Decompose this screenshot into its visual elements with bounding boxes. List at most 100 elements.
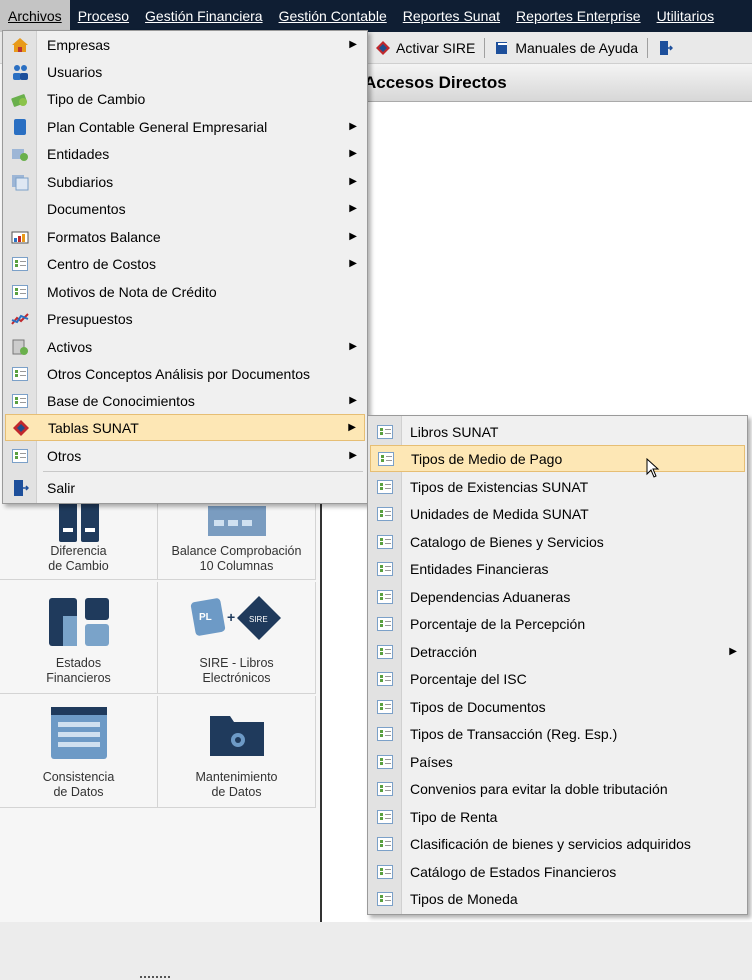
submenu-item-catalogo-estados[interactable]: Catálogo de Estados Financieros (370, 858, 745, 885)
menu-item-otros[interactable]: Otros ▶ (5, 442, 365, 469)
submenu-item-tipos-documentos[interactable]: Tipos de Documentos (370, 693, 745, 720)
chart-icon (11, 231, 29, 243)
menu-item-label: Entidades Financieras (410, 560, 549, 577)
menu-item-label: Documentos (47, 200, 126, 217)
toolbar-separator (647, 37, 649, 58)
menu-item-centro-costos[interactable]: Centro de Costos ▶ (5, 250, 365, 277)
menu-item-tipo-cambio[interactable]: Tipo de Cambio (5, 85, 365, 112)
submenu-item-porcentaje-isc[interactable]: Porcentaje del ISC (370, 665, 745, 692)
menu-item-label: Subdiarios (47, 173, 114, 190)
line-chart-icon (11, 312, 29, 325)
tile-estados-financieros[interactable]: Estados Financieros (0, 582, 158, 694)
menu-item-subdiarios[interactable]: Subdiarios ▶ (5, 168, 365, 195)
menu-item-plan-contable[interactable]: Plan Contable General Empresarial ▶ (5, 113, 365, 140)
tile-line1: SIRE - Libros (199, 656, 274, 670)
menu-reportes-enterprise[interactable]: Reportes Enterprise (508, 0, 649, 32)
list-icon (377, 506, 393, 521)
menu-reportes-sunat[interactable]: Reportes Sunat (395, 0, 508, 32)
list-icon (377, 534, 393, 549)
menu-item-label: Otros (47, 447, 82, 464)
list-icon (12, 284, 28, 299)
archivos-dropdown: Empresas ▶ Usuarios Tipo de Cambio Plan … (2, 30, 368, 504)
menu-item-label: Tipos de Moneda (410, 890, 518, 907)
tile-line1: Diferencia (50, 544, 107, 558)
list-icon (377, 754, 393, 769)
menu-item-label: Empresas (47, 36, 111, 53)
submenu-arrow-icon: ▶ (349, 341, 357, 352)
submenu-item-catalogo-bienes[interactable]: Catalogo de Bienes y Servicios (370, 528, 745, 555)
submenu-item-clasificacion-bienes[interactable]: Clasificación de bienes y servicios adqu… (370, 830, 745, 857)
submenu-item-entidades-financieras[interactable]: Entidades Financieras (370, 555, 745, 582)
tile-mantenimiento-datos[interactable]: Mantenimiento de Datos (158, 696, 316, 808)
menu-item-base-conocimientos[interactable]: Base de Conocimientos ▶ (5, 387, 365, 414)
list-icon (12, 393, 28, 408)
submenu-item-convenios[interactable]: Convenios para evitar la doble tributaci… (370, 775, 745, 802)
book-icon (14, 118, 26, 135)
menu-item-activos[interactable]: Activos ▶ (5, 333, 365, 360)
menu-item-label: Catalogo de Bienes y Servicios (410, 533, 604, 550)
submenu-arrow-icon: ▶ (349, 450, 357, 461)
activar-sire-button[interactable]: Activar SIRE (370, 35, 480, 61)
menu-gestion-financiera[interactable]: Gestión Financiera (137, 0, 271, 32)
submenu-item-tipos-transaccion[interactable]: Tipos de Transacción (Reg. Esp.) (370, 720, 745, 747)
manuales-button[interactable]: Manuales de Ayuda (489, 35, 643, 61)
tile-consistencia-datos[interactable]: Consistencia de Datos (0, 696, 158, 808)
menu-item-label: Formatos Balance (47, 228, 161, 245)
columns-icon (48, 598, 109, 646)
sunat-icon (13, 419, 29, 436)
tile-sire-libros[interactable]: PL + SIRE SIRE - Libros Electrónicos (158, 582, 316, 694)
submenu-item-tipos-moneda[interactable]: Tipos de Moneda (370, 885, 745, 912)
list-icon (377, 864, 393, 879)
resize-grip[interactable] (140, 976, 170, 980)
submenu-item-detraccion[interactable]: Detracción ▶ (370, 638, 745, 665)
menu-item-label: Tipos de Documentos (410, 698, 546, 715)
tablas-sunat-submenu: Libros SUNAT Tipos de Medio de Pago Tipo… (367, 415, 748, 915)
submenu-item-unidades-medida[interactable]: Unidades de Medida SUNAT (370, 500, 745, 527)
tile-line2: de Cambio (48, 559, 109, 573)
menu-gestion-contable[interactable]: Gestión Contable (271, 0, 395, 32)
menu-item-label: Tipo de Renta (410, 808, 498, 825)
menu-item-entidades[interactable]: Entidades ▶ (5, 140, 365, 167)
menu-item-motivos-nota-credito[interactable]: Motivos de Nota de Crédito (5, 278, 365, 305)
menu-item-label: Catálogo de Estados Financieros (410, 863, 617, 880)
menu-item-label: Presupuestos (47, 310, 133, 327)
exit-toolbar-button[interactable] (652, 35, 678, 61)
asset-icon (12, 339, 28, 355)
menu-item-usuarios[interactable]: Usuarios (5, 58, 365, 85)
calculator-icon (58, 502, 99, 542)
home-icon (12, 37, 28, 52)
menu-item-label: Entidades (47, 145, 110, 162)
submenu-item-libros-sunat[interactable]: Libros SUNAT (370, 418, 745, 445)
mouse-cursor-icon (646, 458, 660, 478)
menu-item-label: Libros SUNAT (410, 423, 499, 440)
submenu-item-tipos-medio-pago[interactable]: Tipos de Medio de Pago (370, 445, 745, 472)
menu-utilitarios[interactable]: Utilitarios (649, 0, 723, 32)
menu-item-label: Plan Contable General Empresarial (47, 118, 268, 135)
submenu-arrow-icon: ▶ (349, 203, 357, 214)
submenu-arrow-icon: ▶ (349, 121, 357, 132)
menu-item-empresas[interactable]: Empresas ▶ (5, 31, 365, 58)
submenu-item-tipos-existencias[interactable]: Tipos de Existencias SUNAT (370, 473, 745, 500)
submenu-arrow-icon: ▶ (349, 148, 357, 159)
menu-item-label: Otros Conceptos Análisis por Documentos (47, 365, 311, 382)
list-icon (377, 616, 393, 631)
menu-item-label: Clasificación de bienes y servicios adqu… (410, 835, 691, 852)
submenu-arrow-icon: ▶ (349, 258, 357, 269)
tile-line2: de Datos (53, 785, 104, 799)
menu-archivos[interactable]: Archivos (0, 0, 70, 32)
submenu-item-dependencias-aduaneras[interactable]: Dependencias Aduaneras (370, 583, 745, 610)
menu-item-presupuestos[interactable]: Presupuestos (5, 305, 365, 332)
menu-item-otros-conceptos[interactable]: Otros Conceptos Análisis por Documentos (5, 360, 365, 387)
sire-icon (376, 40, 390, 55)
menu-item-documentos[interactable]: Documentos ▶ (5, 195, 365, 222)
submenu-item-porcentaje-percepcion[interactable]: Porcentaje de la Percepción (370, 610, 745, 637)
menu-item-tablas-sunat[interactable]: Tablas SUNAT ▶ (5, 414, 365, 441)
ple-sire-icon: PL + SIRE (190, 596, 281, 640)
menu-proceso[interactable]: Proceso (70, 0, 137, 32)
submenu-item-tipo-renta[interactable]: Tipo de Renta (370, 803, 745, 830)
list-icon (377, 809, 393, 824)
menu-item-salir[interactable]: Salir (5, 474, 365, 501)
menu-item-formatos-balance[interactable]: Formatos Balance ▶ (5, 223, 365, 250)
list-icon (377, 644, 393, 659)
submenu-item-paises[interactable]: Países (370, 748, 745, 775)
